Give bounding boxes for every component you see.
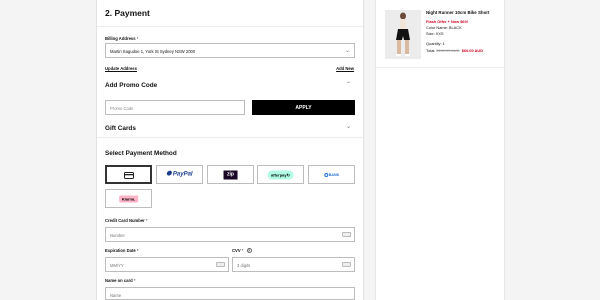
product-total: Total: $100.00 AUD $60.00 AUD [426,48,483,53]
paypal-text: PayPal [172,171,193,177]
bank-payment-option[interactable]: BANK [308,165,355,184]
payment-panel: 2. Payment Billing Address * Martin Sagu… [96,0,364,300]
product-name[interactable]: Night Runner 10cm Bike Short [426,10,489,15]
required-mark: * [136,36,139,41]
zip-payment-option[interactable]: zip [207,165,254,184]
card-icon [342,232,351,237]
expiration-date-label-text: Expiration Date [105,248,136,253]
paypal-payment-option[interactable]: ⯃ PayPal [156,165,203,184]
gift-cards-heading[interactable]: Gift Cards [105,125,136,132]
credit-card-number-label-text: Credit Card Number [105,218,145,223]
divider [97,137,363,138]
name-on-card-label-text: Name on card [105,278,133,283]
billing-address-value: Martin Sagudoe 1, York St Sydney NSW 200… [110,49,196,54]
cvv-label: CVV * ? [232,248,252,253]
name-on-card-placeholder: Name [110,293,122,298]
product-quantity: Quantity: 1 [426,41,445,46]
checkout-page: 2. Payment Billing Address * Martin Sagu… [0,0,600,300]
afterpay-payment-option[interactable]: afterpay↻ [257,165,304,184]
select-payment-method-heading: Select Payment Method [105,150,177,157]
total-label: Total: [426,48,436,53]
original-price: $100.00 AUD [436,48,460,53]
calendar-card-icon [216,262,225,267]
afterpay-logo-icon: afterpay↻ [267,170,294,179]
zip-logo-icon: zip [223,170,238,179]
flash-offer-text: Flash Offer + Now $60! [426,19,469,24]
divider [97,26,363,27]
credit-card-number-input[interactable]: Number [105,227,355,242]
required-mark: * [145,218,148,223]
credit-card-icon [123,166,134,184]
required-mark: * [136,248,139,253]
required-mark: * [133,278,136,283]
expiration-date-placeholder: MM/YY [110,263,124,268]
expiration-date-input[interactable]: MM/YY [105,257,229,272]
required-mark: * [241,248,244,253]
expiration-date-label: Expiration Date * [105,248,139,253]
name-on-card-input[interactable]: Name [105,287,355,300]
promo-code-heading[interactable]: Add Promo Code [105,82,157,89]
apply-button[interactable]: APPLY [252,100,355,115]
help-icon[interactable]: ? [246,248,252,253]
paypal-logo-icon: ⯃ PayPal [166,171,193,177]
sale-price: $60.00 AUD [461,48,483,53]
klarna-text: Klarna. [121,196,136,201]
billing-address-label-text: Billing Address [105,36,136,41]
divider [376,67,504,68]
zip-text: zip [227,171,234,178]
product-color: Color Name: BLACK [426,25,462,30]
chevron-down-icon: ⌄ [344,48,350,54]
billing-address-select[interactable]: Martin Sagudoe 1, York St Sydney NSW 200… [105,43,355,58]
bank-logo-icon: BANK [323,172,340,177]
credit-card-number-placeholder: Number [110,233,125,238]
cvv-label-text: CVV [232,248,241,253]
add-new-address-link[interactable]: Add New [336,66,354,71]
billing-address-label: Billing Address * [105,36,138,41]
afterpay-text: afterpay [271,172,287,177]
bank-text: BANK [328,172,340,177]
cvv-input[interactable]: 3 digits [232,257,355,272]
order-summary-panel: Night Runner 10cm Bike Short Flash Offer… [375,0,505,300]
product-size: Size: XXS [426,31,444,36]
page-title: 2. Payment [105,8,150,18]
klarna-logo-icon: Klarna. [118,195,139,202]
product-image[interactable] [385,10,421,59]
chevron-down-icon[interactable]: ⌄ [346,123,351,130]
cvv-placeholder: 3 digits [237,263,251,268]
card-payment-option[interactable] [105,165,152,184]
klarna-payment-option[interactable]: Klarna. [105,189,152,208]
credit-card-number-label: Credit Card Number * [105,218,148,223]
card-back-icon [342,262,351,267]
chevron-up-icon[interactable]: ⌃ [346,81,351,88]
promo-code-input[interactable]: Promo Code [105,100,245,115]
name-on-card-label: Name on card * [105,278,136,283]
update-address-link[interactable]: Update Address [105,66,137,71]
